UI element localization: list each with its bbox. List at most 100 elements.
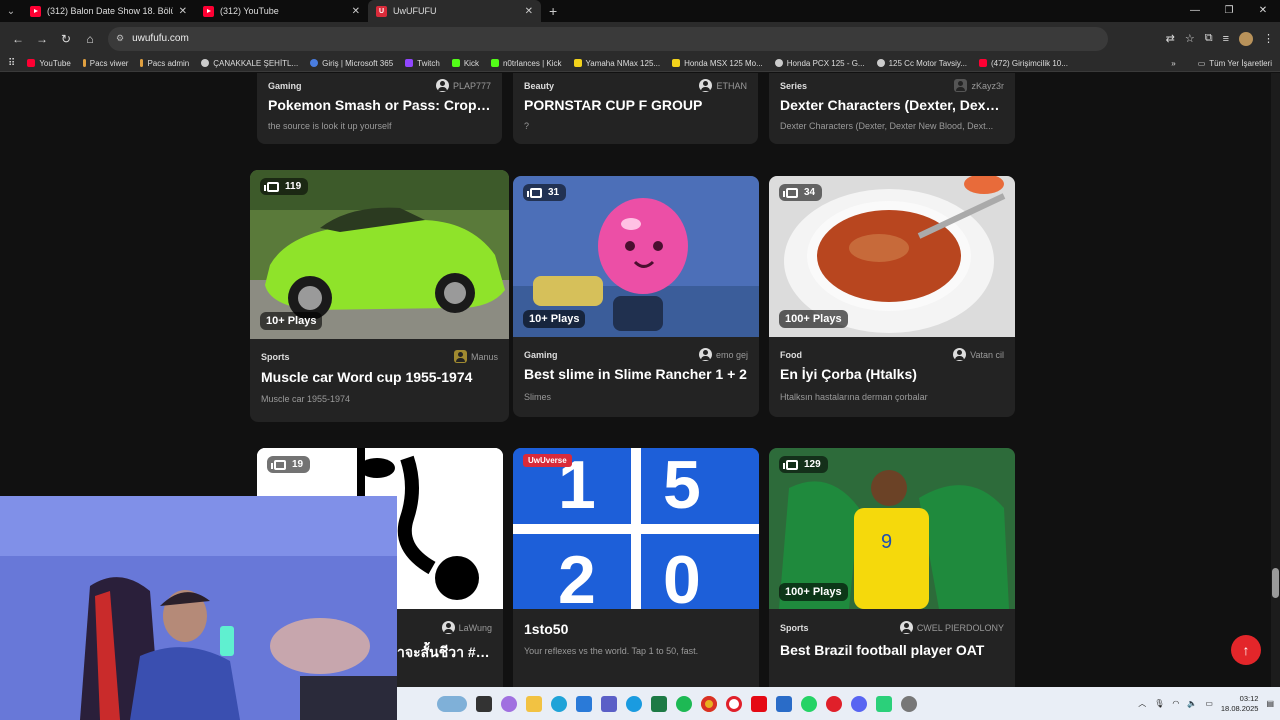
count-value: 129 [804,459,821,470]
settings-icon[interactable] [901,695,917,712]
close-icon[interactable]: ✕ [352,6,360,17]
card-author[interactable]: zKayz3r [954,79,1004,92]
tab-balon-date[interactable]: (312) Balon Date Show 18. Bölü ✕ [22,0,195,22]
card-description: Slimes [524,392,552,402]
bookmark-item[interactable]: Twitch [405,59,440,68]
mic-icon[interactable]: 🎙 [1154,699,1164,708]
close-icon[interactable]: ✕ [179,6,187,17]
chevron-up-icon[interactable]: ︿ [1138,698,1146,709]
address-bar[interactable]: ⚙ uwufufu.com [108,26,1108,51]
bookmark-icon [451,59,460,67]
clock[interactable]: 03:12 18.08.2025 [1221,694,1259,714]
forward-icon[interactable]: → [30,32,54,46]
bookmark-label: Twitch [417,58,440,68]
bookmark-item[interactable]: Honda PCX 125 - G... [774,59,865,68]
taskview-icon[interactable] [476,695,492,712]
profile-avatar[interactable] [1239,31,1253,46]
skype-icon[interactable] [626,695,642,712]
apps-icon[interactable]: ⠿ [8,58,15,69]
wifi-icon[interactable]: ◠ [1172,699,1179,708]
card-category: Food [780,349,802,360]
translate-icon[interactable]: ⇄ [1166,32,1175,45]
bookmark-item[interactable]: YouTube [27,59,71,68]
spotify-icon[interactable] [676,695,692,712]
card-soup[interactable]: 34 100+ Plays Food Vatan cil En İyi Çorba… [769,176,1015,417]
tab-youtube[interactable]: (312) YouTube ✕ [195,0,368,22]
close-window-icon[interactable]: ✕ [1246,0,1280,22]
card-1sto50[interactable]: 1 5 2 0 UwUverse 1sto50 Your reflexes vs… [513,448,759,698]
minimize-icon[interactable]: — [1178,0,1212,22]
menu-icon[interactable]: ⋮ [1263,32,1274,45]
card-author[interactable]: PLAP777 [435,79,491,92]
scroll-to-top-button[interactable]: ↑ [1231,635,1261,665]
tab-strip: ⌄ (312) Balon Date Show 18. Bölü ✕ (312)… [0,0,1280,22]
edge-icon[interactable] [551,695,567,712]
extensions-icon[interactable]: ⧉ [1205,32,1213,45]
tab-uwufufu[interactable]: U UwUFUFU ✕ [368,0,541,22]
bookmark-item[interactable]: Yamaha NMax 125... [573,58,661,68]
teams-icon[interactable] [601,695,617,712]
item-count-badge: 19 [267,456,311,473]
card-muscle-car[interactable]: 119 10+ Plays Sports Manus Muscle car Wor… [250,170,509,422]
card-slime[interactable]: 31 10+ Plays Gaming emo gej Best slime in… [513,176,759,417]
bookmark-icon [490,59,499,67]
widgets-icon[interactable] [437,695,467,712]
store-icon[interactable] [576,695,592,712]
bookmark-item[interactable]: n0trlances | Kick [490,59,562,68]
volume-icon[interactable]: 🔈 [1187,699,1197,708]
bookmark-item[interactable]: Honda MSX 125 Mo... [672,59,763,68]
more-bookmarks-icon[interactable]: » [1171,59,1175,68]
app-icon[interactable] [776,695,792,712]
bookmark-item[interactable]: Pacs admin [140,59,189,68]
card-author[interactable]: Vatan cil [953,348,1004,361]
opera-icon[interactable] [726,695,742,712]
bookmark-label: Yamaha NMax 125... [585,58,661,68]
bookmark-item[interactable]: (472) Girişimcilik 10... [979,59,1068,68]
card-dexter[interactable]: Series zKayz3r Dexter Characters (Dexter,… [769,73,1015,144]
bookmark-label: Giriş | Microsoft 365 [322,58,394,68]
card-author[interactable]: LaWung [441,621,492,634]
excel-icon[interactable] [651,695,667,712]
back-icon[interactable]: ← [6,32,30,46]
star-icon[interactable]: ☆ [1185,32,1195,45]
copilot-icon[interactable] [501,695,517,712]
media-icon[interactable]: ≡ [1223,33,1229,45]
count-value: 119 [285,181,302,192]
new-tab-icon[interactable]: + [549,3,557,19]
bookmark-item[interactable]: ÇANAKKALE ŞEHİTL... [201,59,298,68]
bookmark-icon [672,59,681,67]
reload-icon[interactable]: ↻ [54,32,78,46]
pinterest-icon[interactable] [826,695,842,712]
bookmark-item[interactable]: Giriş | Microsoft 365 [310,59,393,68]
scrollbar-thumb[interactable] [1272,568,1279,598]
app-icon[interactable] [876,695,892,712]
bookmark-item[interactable]: Pacs viwer [82,59,128,68]
card-author[interactable]: emo gej [698,348,748,361]
battery-icon[interactable]: ▭ [1205,699,1213,708]
bookmark-item[interactable]: 125 Cc Motor Tavsiy... [876,59,967,68]
bookmark-icon [979,59,988,67]
chrome-icon[interactable] [701,695,717,712]
card-author[interactable]: CWEL PIERDOLONY [899,621,1004,634]
card-brazil[interactable]: 9 129 100+ Plays Sports CWEL PIERDOLONY B… [769,448,1015,698]
card-author[interactable]: ETHAN [699,79,747,92]
restore-icon[interactable]: ❐ [1212,0,1246,22]
user-avatar [954,79,968,92]
card-pokemon[interactable]: Gaming PLAP777 Pokemon Smash or Pass: Cro… [257,73,502,144]
close-icon[interactable]: ✕ [525,6,533,17]
notifications-icon[interactable]: ▤ [1266,699,1274,708]
scrollbar[interactable] [1271,73,1280,687]
site-info-icon[interactable]: ⚙ [116,33,124,44]
netflix-icon[interactable] [751,695,767,712]
discord-icon[interactable] [851,695,867,712]
tab-search-icon[interactable]: ⌄ [0,0,22,22]
home-icon[interactable]: ⌂ [78,32,102,46]
all-bookmarks-label[interactable]: Tüm Yer İşaretleri [1209,59,1272,68]
file-explorer-icon[interactable] [526,695,542,712]
whatsapp-icon[interactable] [801,695,817,712]
card-author[interactable]: Manus [453,350,498,363]
bookmark-item[interactable]: Kick [451,59,479,68]
card-description: the source is look it up yourself [268,121,392,131]
user-icon [441,621,455,634]
card-beauty[interactable]: Beauty ETHAN PORNSTAR CUP F GROUP ? [513,73,758,144]
